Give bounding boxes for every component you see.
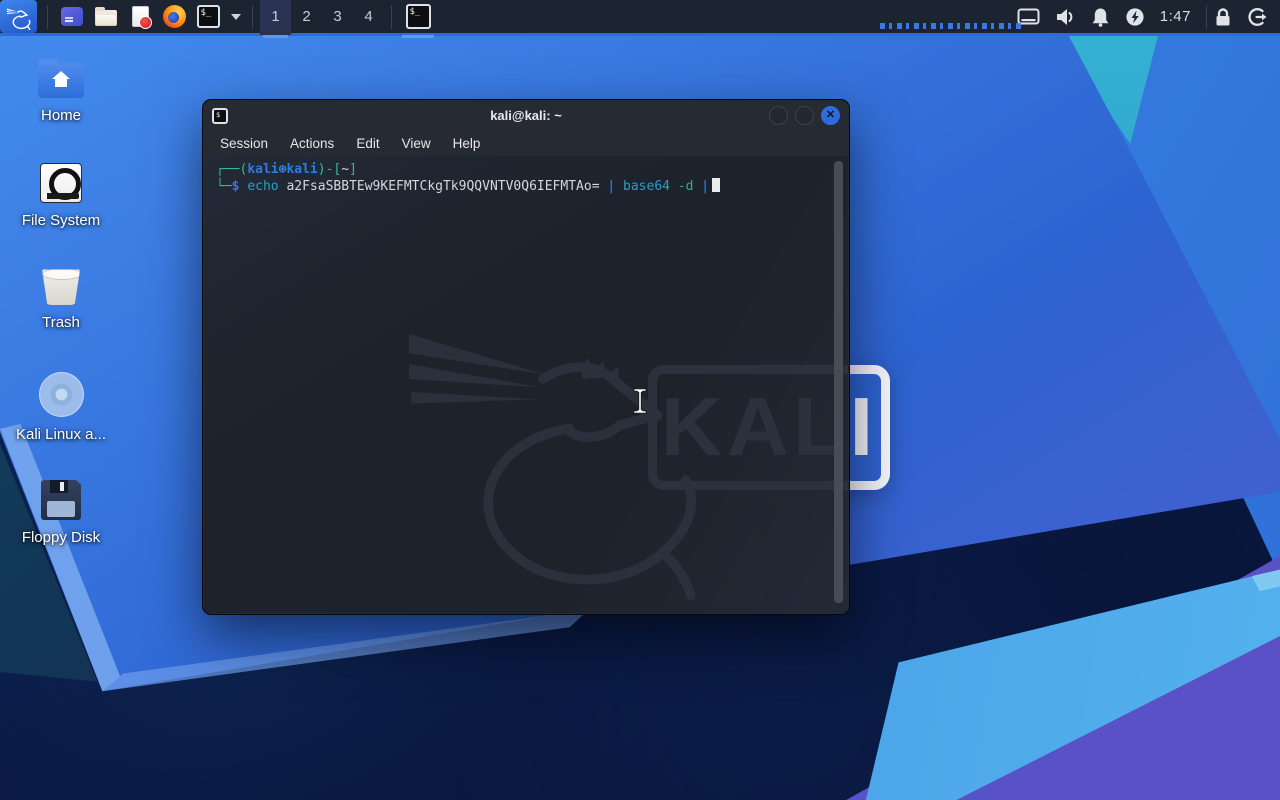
terminal-cursor (712, 178, 721, 192)
terminal-line: ┌──(kali⊛kali)-[~] (216, 162, 357, 177)
maximize-button[interactable] (795, 106, 814, 125)
menu-session[interactable]: Session (211, 134, 277, 153)
terminal-menubar: Session Actions Edit View Help (203, 131, 849, 156)
hard-drive-icon (40, 163, 82, 203)
workspace-1[interactable]: 1 (260, 0, 291, 38)
top-panel: $_ 1 2 3 4 $_ 1:47 (0, 0, 1280, 38)
kali-box-watermark: KALI (648, 365, 848, 490)
desktop-icon-kali-cd[interactable]: Kali Linux a... (0, 372, 122, 443)
workspace-3[interactable]: 3 (322, 0, 353, 35)
desktop-icon-file-system[interactable]: File System (0, 163, 122, 229)
workspace-2[interactable]: 2 (291, 0, 322, 35)
terminal-titlebar[interactable]: $ kali@kali: ~ ✕ (203, 100, 849, 131)
kali-dragon-icon (6, 8, 30, 30)
notifications-bell-icon[interactable] (1091, 7, 1110, 27)
floppy-disk-icon (41, 480, 81, 520)
terminal-scrollbar[interactable] (834, 161, 843, 603)
desktop-icon-label: Trash (42, 314, 80, 331)
desktop-icon-label: File System (21, 212, 101, 229)
launcher-terminal[interactable]: $_ (195, 4, 221, 30)
launcher-firefox[interactable] (161, 4, 187, 30)
clipped-window-title-fragment (880, 23, 1022, 29)
document-icon (131, 6, 152, 29)
lock-screen-icon[interactable] (1214, 7, 1232, 27)
menu-edit[interactable]: Edit (347, 134, 388, 153)
minimize-button[interactable] (769, 106, 788, 125)
workspace-pager: 1 2 3 4 (260, 0, 384, 38)
close-button[interactable]: ✕ (821, 106, 840, 125)
terminal-line: └─$ echo a2FsaSBBTEw9KEFMTCkgTk9QQVNTV0Q… (216, 178, 828, 195)
menu-actions[interactable]: Actions (281, 134, 343, 153)
window-buttons: ✕ (769, 106, 840, 125)
terminal-lines: ┌──(kali⊛kali)-[~] └─$ echo a2FsaSBBTEw9K… (216, 161, 828, 195)
home-folder-icon (38, 59, 84, 98)
kali-watermark-text: KALI (660, 380, 848, 474)
panel-separator (1206, 4, 1207, 29)
panel-separator (391, 4, 392, 29)
chevron-down-icon[interactable] (231, 13, 241, 20)
trash-can-icon (42, 269, 80, 305)
desktop-icon-home[interactable]: Home (0, 58, 122, 124)
panel-right-actions (1214, 7, 1268, 27)
terminal-icon: $_ (405, 4, 431, 29)
folder-icon (95, 7, 117, 26)
menu-view[interactable]: View (393, 134, 440, 153)
workspace-4[interactable]: 4 (353, 0, 384, 35)
terminal-window-icon: $ (212, 107, 228, 124)
desktop-icon-label: Floppy Disk (21, 529, 101, 546)
menu-help[interactable]: Help (444, 134, 490, 153)
launcher-file-manager[interactable] (93, 4, 119, 30)
applications-menu-button[interactable] (0, 0, 37, 33)
terminal-icon: $_ (196, 5, 220, 28)
desktop-icon-label: Home (40, 107, 81, 124)
desktop-icon-label: Kali Linux a... (15, 426, 107, 443)
logout-icon[interactable] (1247, 7, 1268, 27)
panel-separator (47, 4, 48, 29)
desktop-icon-floppy[interactable]: Floppy Disk (0, 480, 122, 546)
terminal-window: $ kali@kali: ~ ✕ Session Actions Edit Vi… (202, 99, 850, 615)
ibeam-cursor (633, 388, 647, 414)
taskbar-terminal-button[interactable]: $_ (399, 0, 437, 38)
desktop-icon-trash[interactable]: Trash (0, 268, 122, 331)
launcher-text-editor[interactable] (127, 4, 153, 30)
launcher-app-window[interactable] (59, 4, 85, 30)
window-app-icon (61, 7, 83, 26)
panel-separator (252, 4, 253, 29)
power-manager-icon[interactable] (1125, 7, 1145, 27)
terminal-screen[interactable]: KALI ┌──(kali⊛kali)-[~]└─$ echo a2FsaSBB… (204, 156, 848, 613)
volume-icon[interactable] (1055, 7, 1076, 27)
terminal-window-title: kali@kali: ~ (490, 108, 562, 123)
system-tray: 1:47 (1017, 7, 1191, 27)
firefox-icon (162, 5, 186, 28)
cd-disc-icon (38, 372, 84, 417)
clock[interactable]: 1:47 (1160, 8, 1191, 25)
